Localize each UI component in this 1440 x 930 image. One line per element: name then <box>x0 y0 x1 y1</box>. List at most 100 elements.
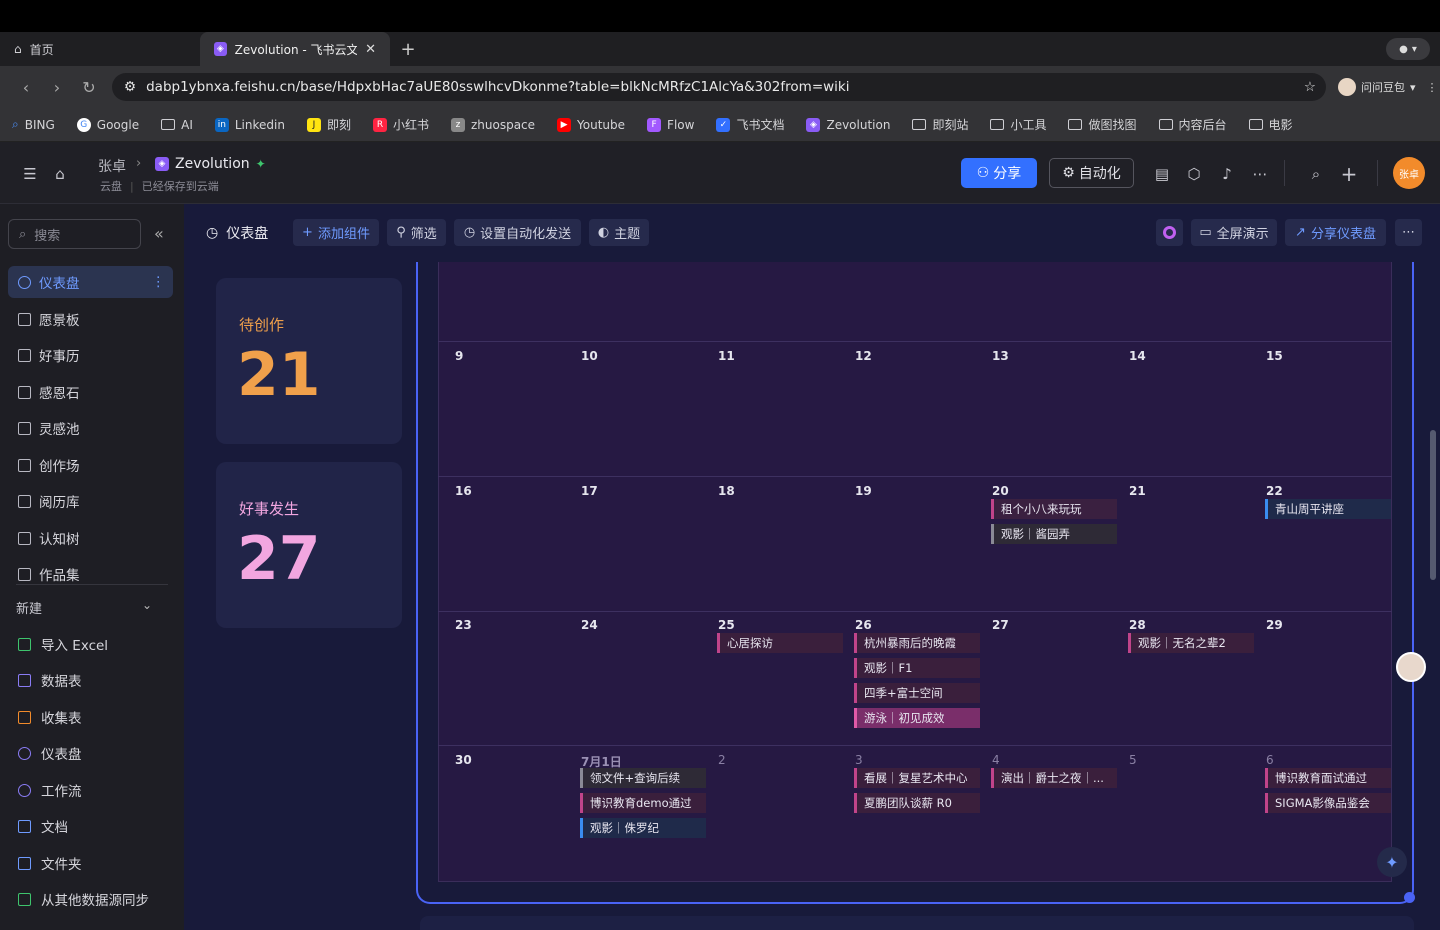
bookmark-google[interactable]: G Google <box>76 117 139 132</box>
collapse-sidebar-icon[interactable]: « <box>154 224 164 243</box>
resize-handle[interactable] <box>1404 892 1415 903</box>
breadcrumb-app[interactable]: ◈ Zevolution ✦ <box>155 156 266 172</box>
address-bar[interactable]: ⚙ dabp1ybnxa.feishu.cn/base/HdpxbHac7aUE… <box>112 73 1326 101</box>
avatar[interactable] <box>1396 652 1426 682</box>
calendar-event[interactable]: 观影｜侏罗纪 <box>580 818 706 838</box>
document-icon[interactable]: ▤ <box>1152 164 1172 184</box>
bookmark-zevolution[interactable]: ◈ Zevolution <box>806 117 890 132</box>
scrollbar[interactable] <box>1430 430 1436 580</box>
close-icon[interactable]: ✕ <box>365 42 376 57</box>
home-icon[interactable]: ⌂ <box>50 164 70 184</box>
calendar-event[interactable]: 杭州暴雨后的晚霞 <box>854 633 980 653</box>
sidebar-item-good-things[interactable]: 好事历 <box>8 339 173 371</box>
pin-icon[interactable]: ✦ <box>256 157 266 171</box>
sidebar-item-cognition[interactable]: 认知树 <box>8 522 173 554</box>
calendar-day-number: 27 <box>992 618 1009 632</box>
auto-send-button[interactable]: ◷ 设置自动化发送 <box>454 219 581 246</box>
new-sync-source[interactable]: 从其他数据源同步 <box>8 883 178 915</box>
calendar-event[interactable]: 看展｜复星艺术中心 <box>854 768 980 788</box>
calendar-event[interactable]: 领文件+查询后续 <box>580 768 706 788</box>
calendar-event[interactable]: 四季+富士空间 <box>854 683 980 703</box>
ai-assistant-button[interactable]: ✦ <box>1377 847 1407 877</box>
more-button[interactable]: ⋯ <box>1395 219 1422 246</box>
stat-card-to-create[interactable]: 待创作 21 <box>216 278 402 444</box>
share-button[interactable]: ⚇ 分享 <box>961 158 1037 188</box>
calendar-event[interactable]: 游泳｜初见成效 <box>854 708 980 728</box>
new-dashboard[interactable]: 仪表盘 <box>8 737 178 769</box>
calendar-event[interactable]: 租个小八来玩玩 <box>991 499 1117 519</box>
automation-button[interactable]: ⚙ 自动化 <box>1049 158 1134 188</box>
bookmark-bing[interactable]: ⌕ BING <box>12 117 55 132</box>
bookmark-zhuospace[interactable]: z zhuospace <box>450 117 535 132</box>
table-icon <box>18 348 31 362</box>
calendar-event[interactable]: 观影｜酱园弄 <box>991 524 1117 544</box>
tab-home[interactable]: ⌂ 首页 <box>0 32 200 66</box>
bookmark-jike[interactable]: J 即刻 <box>306 116 351 133</box>
calendar-event[interactable]: 观影｜F1 <box>854 658 980 678</box>
calendar-event[interactable]: 心居探访 <box>717 633 843 653</box>
new-import-excel[interactable]: 导入 Excel <box>8 628 178 660</box>
chevron-down-icon[interactable]: ⌄ <box>142 598 152 612</box>
calendar-event[interactable]: 演出｜爵士之夜｜... <box>991 768 1117 788</box>
bookmark-linkedin[interactable]: in Linkedin <box>214 117 285 132</box>
search-icon[interactable]: ⌕ <box>1306 164 1326 184</box>
share-dashboard-button[interactable]: ↗ 分享仪表盘 <box>1285 219 1386 246</box>
youtube-icon: ▶ <box>557 117 572 132</box>
bookmark-jikezhan[interactable]: 即刻站 <box>912 116 968 133</box>
tab-zevolution[interactable]: ◈ Zevolution - 飞书云文档 ✕ <box>200 32 390 66</box>
forward-button[interactable]: › <box>45 75 69 99</box>
sidebar-item-inspiration[interactable]: 灵感池 <box>8 412 173 444</box>
breadcrumb-user[interactable]: 张卓 <box>98 156 126 176</box>
calendar-event[interactable]: 观影｜无名之辈2 <box>1128 633 1254 653</box>
location[interactable]: 云盘 <box>100 178 122 194</box>
browser-account[interactable]: 问问豆包 ▾ ⋮ <box>1338 76 1438 98</box>
bookmark-tools[interactable]: 小工具 <box>990 116 1046 133</box>
reload-button[interactable]: ↻ <box>77 75 101 99</box>
more-icon[interactable]: ⋮ <box>152 274 166 290</box>
stat-card-good-things[interactable]: 好事发生 27 <box>216 462 402 628</box>
bookmark-youtube[interactable]: ▶ Youtube <box>557 117 625 132</box>
plus-icon[interactable]: + <box>1339 162 1359 186</box>
avatar[interactable]: 张卓 <box>1393 157 1425 189</box>
plugin-icon[interactable]: ⬡ <box>1184 164 1204 184</box>
more-icon[interactable]: ⋯ <box>1250 164 1270 184</box>
bookmark-content[interactable]: 内容后台 <box>1158 116 1227 133</box>
sidebar-item-experience[interactable]: 阅历库 <box>8 485 173 517</box>
menu-icon[interactable]: ⋮ <box>1427 81 1438 94</box>
ai-theme-button[interactable] <box>1156 219 1183 246</box>
expand-sidebar-icon[interactable]: ☰ <box>20 164 40 184</box>
sidebar-item-dashboard[interactable]: 仪表盘 ⋮ <box>8 266 173 298</box>
bookmark-images[interactable]: 做图找图 <box>1068 116 1137 133</box>
bookmark-feishu[interactable]: ✓ 飞书文档 <box>716 116 784 133</box>
new-document[interactable]: 文档 <box>8 810 178 842</box>
sidebar-item-gratitude[interactable]: 感恩石 <box>8 376 173 408</box>
sidebar-item-portfolio[interactable]: 作品集 <box>8 558 173 590</box>
bookmark-xiaohongshu[interactable]: R 小红书 <box>372 116 429 133</box>
new-folder[interactable]: 文件夹 <box>8 847 178 879</box>
bookmark-flow[interactable]: F Flow <box>647 117 694 132</box>
bookmark-star-icon[interactable]: ☆ <box>1304 79 1316 95</box>
new-workflow[interactable]: 工作流 <box>8 774 178 806</box>
browser-profile-button[interactable]: ● ▾ <box>1386 38 1430 60</box>
calendar-event[interactable]: 夏鹏团队谈薪 R0 <box>854 793 980 813</box>
calendar-event[interactable]: 博识教育面试通过 <box>1265 768 1391 788</box>
calendar-event[interactable]: SIGMA影像品鉴会 <box>1265 793 1391 813</box>
search-input[interactable]: ⌕ 搜索 <box>8 219 141 249</box>
calendar-event[interactable]: 博识教育demo通过 <box>580 793 706 813</box>
fullscreen-button[interactable]: ▭ 全屏演示 <box>1191 219 1277 246</box>
bookmark-ai[interactable]: AI <box>161 118 193 132</box>
back-button[interactable]: ‹ <box>14 75 38 99</box>
sidebar-item-vision-board[interactable]: 愿景板 <box>8 303 173 335</box>
sidebar-item-creation[interactable]: 创作场 <box>8 449 173 481</box>
new-form[interactable]: 收集表 <box>8 701 178 733</box>
bell-icon[interactable]: ♪ <box>1217 164 1237 184</box>
new-data-table[interactable]: 数据表 <box>8 664 178 696</box>
theme-button[interactable]: ◐ 主题 <box>589 219 649 246</box>
filter-button[interactable]: ⚲ 筛选 <box>387 219 446 246</box>
calendar-event[interactable]: 青山周平讲座 <box>1265 499 1391 519</box>
add-component-button[interactable]: + 添加组件 <box>293 219 379 246</box>
new-section-label[interactable]: 新建 <box>16 598 42 617</box>
site-settings-icon[interactable]: ⚙ <box>124 79 136 95</box>
new-tab-button[interactable]: + <box>390 32 426 66</box>
bookmark-movies[interactable]: 电影 <box>1248 116 1293 133</box>
